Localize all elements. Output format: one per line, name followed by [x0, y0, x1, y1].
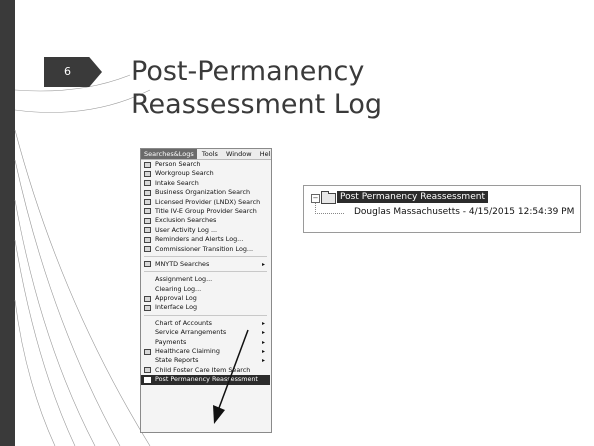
tree-collapse-toggle[interactable]: −	[311, 194, 320, 203]
slide: 6 Post-Permanency Reassessment Log Searc…	[0, 0, 594, 446]
tree-connector	[315, 203, 344, 214]
tree-child-node[interactable]: Douglas Massachusetts - 4/15/2015 12:54:…	[354, 207, 574, 218]
post-permanency-tree-screenshot: − Post Permanency Reassessment Douglas M…	[303, 185, 581, 233]
tree-root-node[interactable]: Post Permanency Reassessment	[337, 191, 488, 203]
